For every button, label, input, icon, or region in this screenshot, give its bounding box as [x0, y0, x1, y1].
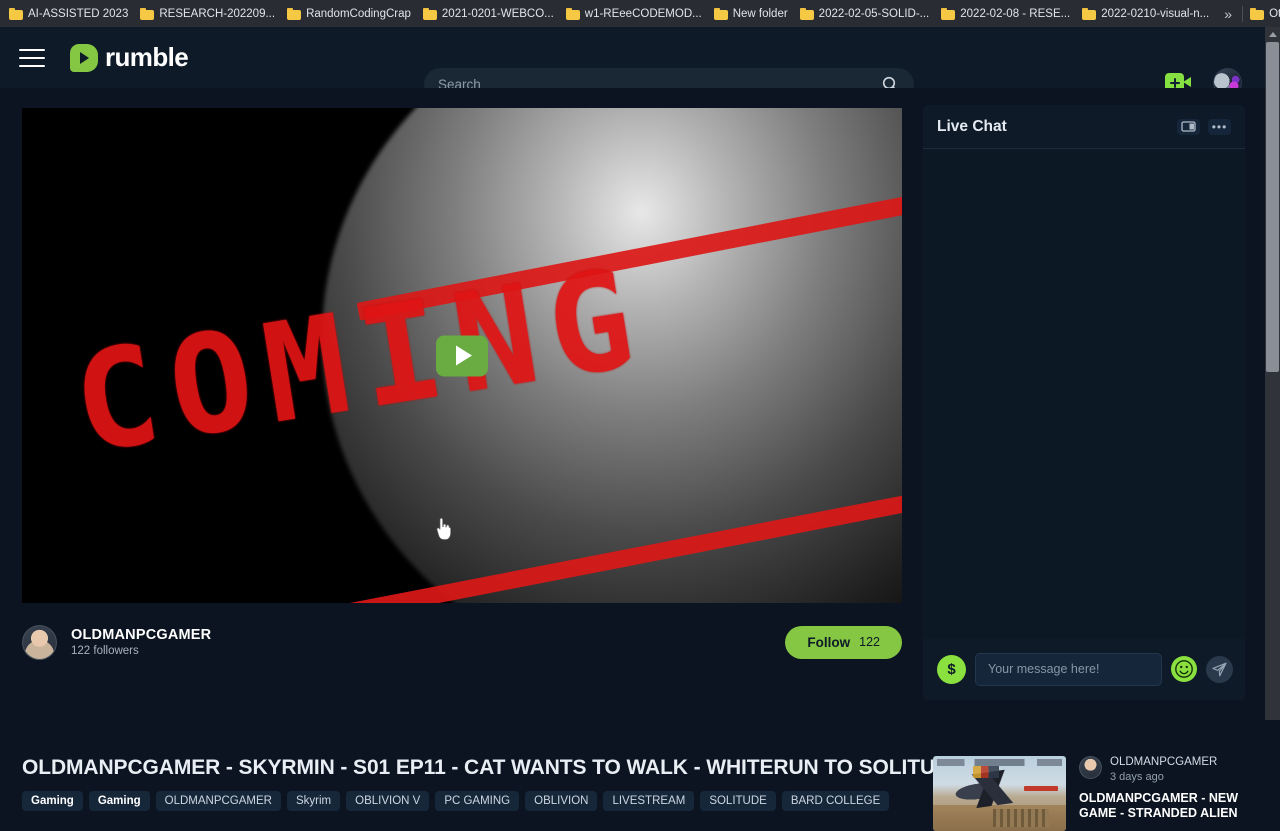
folder-icon	[713, 7, 728, 20]
rumble-play-icon	[70, 43, 98, 72]
folder-icon	[140, 7, 155, 20]
related-video-title[interactable]: OLDMANPCGAMER - NEW GAME - STRANDED ALIE…	[1079, 791, 1253, 821]
bookmark-item[interactable]: RandomCodingCrap	[282, 3, 418, 25]
follow-button-count: 122	[859, 635, 880, 649]
bookmark-label: 2021-0201-WEBCO...	[441, 7, 554, 20]
bookmark-item[interactable]: 2022-0210-visual-n...	[1077, 3, 1216, 25]
folder-icon	[9, 7, 23, 20]
scrollbar-up-arrow[interactable]	[1265, 27, 1280, 42]
folder-icon	[565, 7, 580, 20]
bookmarks-divider	[1242, 5, 1244, 22]
channel-followers: 122 followers	[71, 645, 139, 657]
folder-icon	[1250, 7, 1265, 20]
bookmark-item[interactable]: AI-ASSISTED 2023	[4, 3, 135, 25]
other-bookmarks-button[interactable]: Other bookmarks	[1245, 3, 1280, 25]
bookmark-item[interactable]: RESEARCH-202209...	[135, 3, 282, 25]
bookmarks-overflow-button[interactable]: »	[1216, 6, 1240, 22]
bookmark-item[interactable]: New folder	[709, 3, 795, 25]
tag-item[interactable]: SOLITUDE	[700, 791, 776, 811]
related-channel-avatar[interactable]	[1079, 756, 1102, 779]
tag-item[interactable]: OBLIVION V	[346, 791, 430, 811]
rumble-logo[interactable]: rumble	[70, 42, 189, 73]
folder-icon	[287, 7, 302, 20]
emoji-smiley-icon[interactable]	[1171, 656, 1197, 682]
bookmark-label: w1-REeeCODEMOD...	[584, 7, 702, 20]
site-header: rumble	[0, 27, 1268, 101]
video-player[interactable]: COMING	[22, 108, 902, 603]
channel-meta: OLDMANPCGAMER 122 followers	[71, 627, 211, 657]
panel-collapse-icon[interactable]	[1177, 118, 1200, 135]
more-dots: •••	[1211, 119, 1228, 134]
bookmark-label: New folder	[732, 7, 788, 20]
related-video-thumbnail[interactable]	[933, 756, 1066, 831]
bookmark-label: RandomCodingCrap	[306, 7, 411, 20]
follow-button-label: Follow	[807, 634, 851, 650]
live-chat-title: Live Chat	[937, 117, 1007, 135]
chat-message-input[interactable]	[975, 652, 1162, 686]
other-bookmarks-label: Other bookmarks	[1269, 7, 1280, 20]
send-paper-plane-icon[interactable]	[1206, 655, 1233, 683]
tag-item[interactable]: OLDMANPCGAMER	[155, 791, 281, 811]
brand-name: rumble	[105, 42, 189, 72]
channel-info-row: OLDMANPCGAMER 122 followers Follow 122	[22, 613, 902, 671]
live-chat-panel: Live Chat ••• $	[923, 105, 1245, 700]
hamburger-menu-icon[interactable]	[19, 48, 45, 67]
video-tags: Gaming Gaming OLDMANPCGAMER Skyrim OBLIV…	[22, 791, 912, 811]
tag-item[interactable]: Gaming	[22, 791, 83, 811]
bookmark-label: 2022-0210-visual-n...	[1101, 7, 1210, 20]
folder-icon	[422, 7, 437, 20]
bookmark-item[interactable]: 2021-0201-WEBCO...	[418, 3, 561, 25]
play-button[interactable]	[436, 335, 488, 376]
related-video-info: OLDMANPCGAMER 3 days ago OLDMANPCGAMER -…	[1079, 756, 1253, 831]
browser-scrollbar-thumb[interactable]	[1266, 42, 1279, 372]
bookmark-label: RESEARCH-202209...	[159, 7, 276, 20]
folder-icon	[941, 7, 956, 20]
tag-item[interactable]: Skyrim	[286, 791, 341, 811]
related-video-item: OLDMANPCGAMER 3 days ago OLDMANPCGAMER -…	[933, 756, 1253, 831]
more-options-icon[interactable]: •••	[1208, 118, 1231, 135]
browser-bookmarks-bar: AI-ASSISTED 2023 RESEARCH-202209... Rand…	[0, 0, 1280, 27]
tag-item[interactable]: Gaming	[88, 791, 150, 811]
channel-avatar[interactable]	[22, 624, 57, 660]
related-video-time: 3 days ago	[1110, 771, 1164, 783]
live-chat-messages[interactable]	[923, 149, 1245, 638]
rant-button[interactable]: $	[937, 654, 966, 684]
folder-icon	[799, 7, 814, 20]
tag-item[interactable]: PC GAMING	[435, 791, 520, 811]
live-chat-header: Live Chat •••	[923, 105, 1245, 149]
folder-icon	[1082, 7, 1097, 20]
bookmark-item[interactable]: 2022-02-08 - RESE...	[936, 3, 1077, 25]
tag-item[interactable]: LIVESTREAM	[603, 791, 695, 811]
channel-name[interactable]: OLDMANPCGAMER	[71, 627, 211, 643]
bookmark-item[interactable]: 2022-02-05-SOLID-...	[795, 3, 937, 25]
tag-item[interactable]: BARD COLLEGE	[781, 791, 890, 811]
bookmark-label: AI-ASSISTED 2023	[28, 7, 129, 20]
related-video-header: OLDMANPCGAMER 3 days ago	[1079, 756, 1253, 784]
follow-button[interactable]: Follow 122	[785, 625, 902, 659]
tag-item[interactable]: OBLIVION	[525, 791, 598, 811]
bookmark-label: 2022-02-05-SOLID-...	[818, 7, 930, 20]
live-chat-actions: •••	[1177, 118, 1231, 135]
page-content: COMING OLDMANPCGAMER 122 followers Follo…	[0, 88, 1268, 831]
video-column: COMING	[22, 108, 902, 603]
live-chat-composer: $	[923, 638, 1245, 700]
video-title: OLDMANPCGAMER - SKYRMIN - S01 EP11 - CAT…	[22, 756, 964, 779]
bookmark-item[interactable]: w1-REeeCODEMOD...	[561, 3, 709, 25]
related-channel-name[interactable]: OLDMANPCGAMER	[1110, 756, 1217, 769]
bookmark-label: 2022-02-08 - RESE...	[960, 7, 1071, 20]
